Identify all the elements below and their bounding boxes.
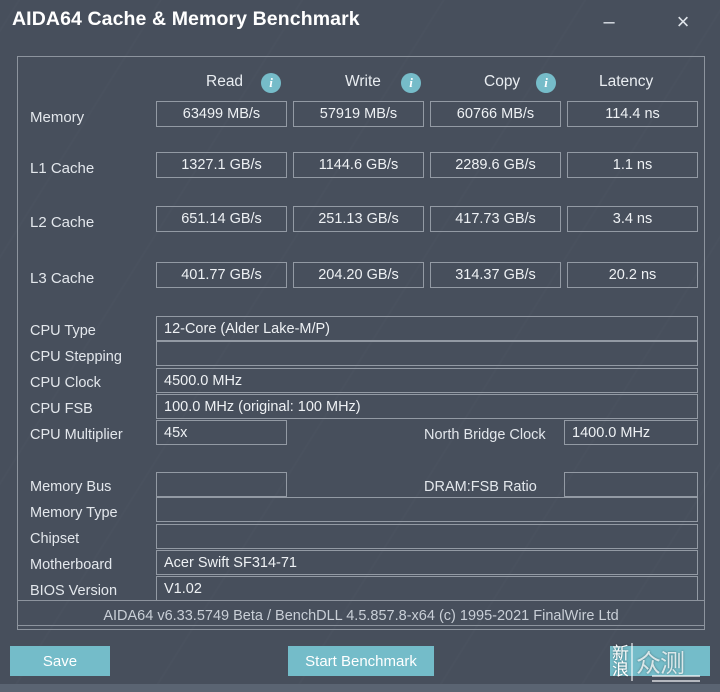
cpu-fsb-value: 100.0 MHz (original: 100 MHz) bbox=[156, 394, 698, 419]
title-bar: AIDA64 Cache & Memory Benchmark – × bbox=[0, 0, 720, 46]
row-label-l2-cache: L2 Cache bbox=[30, 214, 95, 231]
column-header-latency: Latency bbox=[599, 73, 654, 90]
main-panel: Read i Write i Copy i Latency Memory 634… bbox=[17, 56, 705, 626]
cpu-multiplier-value: 45x bbox=[156, 420, 287, 445]
save-button[interactable]: Save bbox=[10, 646, 110, 676]
row-label-l1-cache: L1 Cache bbox=[30, 160, 95, 177]
l2-copy-value: 417.73 GB/s bbox=[430, 206, 561, 232]
start-benchmark-button-label: Start Benchmark bbox=[305, 652, 417, 670]
memory-write-value: 57919 MB/s bbox=[293, 101, 424, 127]
row-label-memory: Memory bbox=[30, 109, 85, 126]
label-dram-fsb-ratio: DRAM:FSB Ratio bbox=[424, 479, 537, 495]
label-cpu-type: CPU Type bbox=[30, 323, 96, 339]
label-cpu-stepping: CPU Stepping bbox=[30, 349, 122, 365]
label-cpu-clock: CPU Clock bbox=[30, 375, 101, 391]
close-icon: × bbox=[676, 9, 690, 34]
close-dialog-button[interactable] bbox=[610, 646, 710, 676]
column-header-write: Write bbox=[345, 73, 381, 90]
memory-copy-value: 60766 MB/s bbox=[430, 101, 561, 127]
status-bar: AIDA64 v6.33.5749 Beta / BenchDLL 4.5.85… bbox=[17, 600, 705, 630]
north-bridge-clock-value: 1400.0 MHz bbox=[564, 420, 698, 445]
window-bottom-edge bbox=[0, 684, 720, 692]
label-motherboard: Motherboard bbox=[30, 557, 113, 573]
motherboard-value: Acer Swift SF314-71 bbox=[156, 550, 698, 575]
info-icon-write[interactable]: i bbox=[401, 73, 421, 93]
dram-fsb-ratio-value bbox=[564, 472, 698, 497]
l3-copy-value: 314.37 GB/s bbox=[430, 262, 561, 288]
close-button[interactable]: × bbox=[666, 6, 700, 38]
l1-write-value: 1144.6 GB/s bbox=[293, 152, 424, 178]
watermark-underline bbox=[652, 675, 700, 682]
save-button-label: Save bbox=[42, 652, 78, 670]
info-icon-read[interactable]: i bbox=[261, 73, 281, 93]
memory-bus-value bbox=[156, 472, 287, 497]
memory-type-value bbox=[156, 497, 698, 522]
start-benchmark-button[interactable]: Start Benchmark bbox=[288, 646, 434, 676]
label-memory-bus: Memory Bus bbox=[30, 479, 112, 495]
label-cpu-fsb: CPU FSB bbox=[30, 401, 93, 417]
column-header-read: Read bbox=[206, 73, 244, 90]
l2-latency-value: 3.4 ns bbox=[567, 206, 698, 232]
cpu-type-value: 12-Core (Alder Lake-M/P) bbox=[156, 316, 698, 341]
label-chipset: Chipset bbox=[30, 531, 80, 547]
chipset-value bbox=[156, 524, 698, 549]
memory-latency-value: 114.4 ns bbox=[567, 101, 698, 127]
l2-read-value: 651.14 GB/s bbox=[156, 206, 287, 232]
label-memory-type: Memory Type bbox=[30, 505, 118, 521]
status-text: AIDA64 v6.33.5749 Beta / BenchDLL 4.5.85… bbox=[103, 608, 619, 624]
l3-latency-value: 20.2 ns bbox=[567, 262, 698, 288]
minimize-button[interactable]: – bbox=[592, 6, 626, 38]
cpu-clock-value: 4500.0 MHz bbox=[156, 368, 698, 393]
memory-read-value: 63499 MB/s bbox=[156, 101, 287, 127]
l3-read-value: 401.77 GB/s bbox=[156, 262, 287, 288]
window-title: AIDA64 Cache & Memory Benchmark bbox=[12, 8, 360, 30]
l1-latency-value: 1.1 ns bbox=[567, 152, 698, 178]
label-north-bridge-clock: North Bridge Clock bbox=[424, 427, 546, 443]
minimize-icon: – bbox=[603, 11, 615, 33]
row-label-l3-cache: L3 Cache bbox=[30, 270, 95, 287]
bios-version-value: V1.02 bbox=[156, 576, 698, 601]
column-header-copy: Copy bbox=[484, 73, 521, 90]
l2-write-value: 251.13 GB/s bbox=[293, 206, 424, 232]
l3-write-value: 204.20 GB/s bbox=[293, 262, 424, 288]
l1-copy-value: 2289.6 GB/s bbox=[430, 152, 561, 178]
cpu-stepping-value bbox=[156, 341, 698, 366]
info-icon-copy[interactable]: i bbox=[536, 73, 556, 93]
label-bios-version: BIOS Version bbox=[30, 583, 118, 599]
label-cpu-multiplier: CPU Multiplier bbox=[30, 427, 123, 443]
l1-read-value: 1327.1 GB/s bbox=[156, 152, 287, 178]
